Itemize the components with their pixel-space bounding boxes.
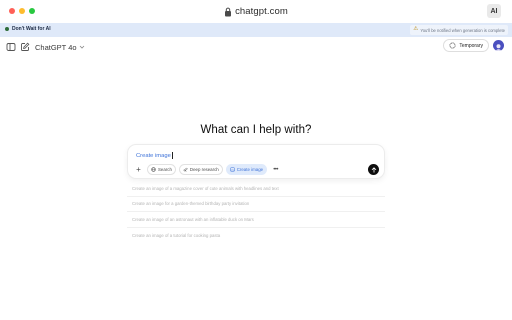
deep-research-tool-button[interactable]: Deep research — [178, 164, 223, 175]
suggestion-item[interactable]: Create an image of an astronaut with an … — [127, 212, 385, 228]
temporary-label: Temporary — [459, 42, 483, 49]
suggestion-item[interactable]: Create an image of a magazine cover of c… — [127, 181, 385, 197]
suggestion-text: Create an image for a garden-themed birt… — [132, 201, 250, 207]
suggestion-list: Create an image of a magazine cover of c… — [127, 181, 385, 243]
attach-button[interactable]: + — [133, 164, 144, 175]
sidebar-toggle-icon[interactable] — [6, 42, 16, 52]
send-button[interactable] — [368, 164, 379, 175]
lock-icon — [225, 7, 232, 16]
user-avatar-icon — [495, 44, 502, 51]
search-tool-button[interactable]: Search — [147, 164, 176, 175]
text-caret — [171, 152, 173, 159]
arrow-up-icon — [371, 166, 376, 173]
model-label: ChatGPT 4o — [35, 42, 77, 52]
ellipsis-icon: ••• — [273, 166, 278, 173]
temporary-chat-button[interactable]: Temporary — [443, 39, 489, 52]
banner-brand: Don't Wait for AI — [5, 26, 51, 32]
image-icon — [229, 167, 235, 172]
suggestion-text: Create an image of an astronaut with an … — [132, 216, 254, 222]
prompt-input[interactable]: Create image — [136, 151, 173, 160]
extension-icon[interactable]: AI — [487, 4, 501, 18]
create-image-tool-button[interactable]: Create image — [225, 164, 268, 175]
suggestion-item[interactable]: Create an image for a garden-themed birt… — [127, 197, 385, 212]
page-title: What can I help with? — [200, 124, 312, 136]
extension-label: AI — [490, 7, 498, 15]
search-tool-label: Search — [158, 167, 172, 172]
app-header: ChatGPT 4o Temporary — [0, 38, 512, 56]
more-tools-button[interactable]: ••• — [270, 164, 281, 175]
url-text: chatgpt.com — [235, 6, 288, 17]
plus-icon: + — [136, 164, 141, 174]
telescope-icon — [183, 167, 188, 172]
address-bar[interactable]: chatgpt.com — [0, 5, 512, 18]
banner-note-text: You'll be notified when generation is co… — [420, 27, 505, 33]
banner-dot-icon — [5, 27, 9, 31]
user-avatar[interactable] — [493, 40, 504, 51]
suggestion-item[interactable]: Create an image of a tutorial for cookin… — [127, 228, 385, 244]
warning-icon: ⚠ — [413, 26, 419, 33]
suggestion-text: Create an image of a magazine cover of c… — [132, 185, 279, 191]
notification-banner: Don't Wait for AI ⚠ You'll be notified w… — [0, 23, 512, 37]
temporary-chat-icon — [449, 42, 456, 49]
suggestion-text: Create an image of a tutorial for cookin… — [132, 232, 221, 238]
new-chat-icon[interactable] — [20, 42, 30, 52]
create-image-tool-label: Create image — [236, 167, 264, 172]
banner-title: Don't Wait for AI — [12, 26, 51, 32]
banner-note: ⚠ You'll be notified when generation is … — [410, 25, 508, 35]
model-selector[interactable]: ChatGPT 4o — [33, 41, 87, 53]
deep-research-tool-label: Deep research — [189, 167, 219, 172]
composer-tools: + Search Deep research Create image ••• — [133, 164, 281, 175]
composer[interactable]: Create image + Search Deep research Crea… — [127, 144, 385, 179]
globe-icon — [151, 167, 156, 172]
chevron-down-icon — [79, 45, 84, 49]
browser-titlebar: chatgpt.com AI — [0, 0, 512, 22]
prompt-input-value: Create image — [136, 152, 171, 159]
